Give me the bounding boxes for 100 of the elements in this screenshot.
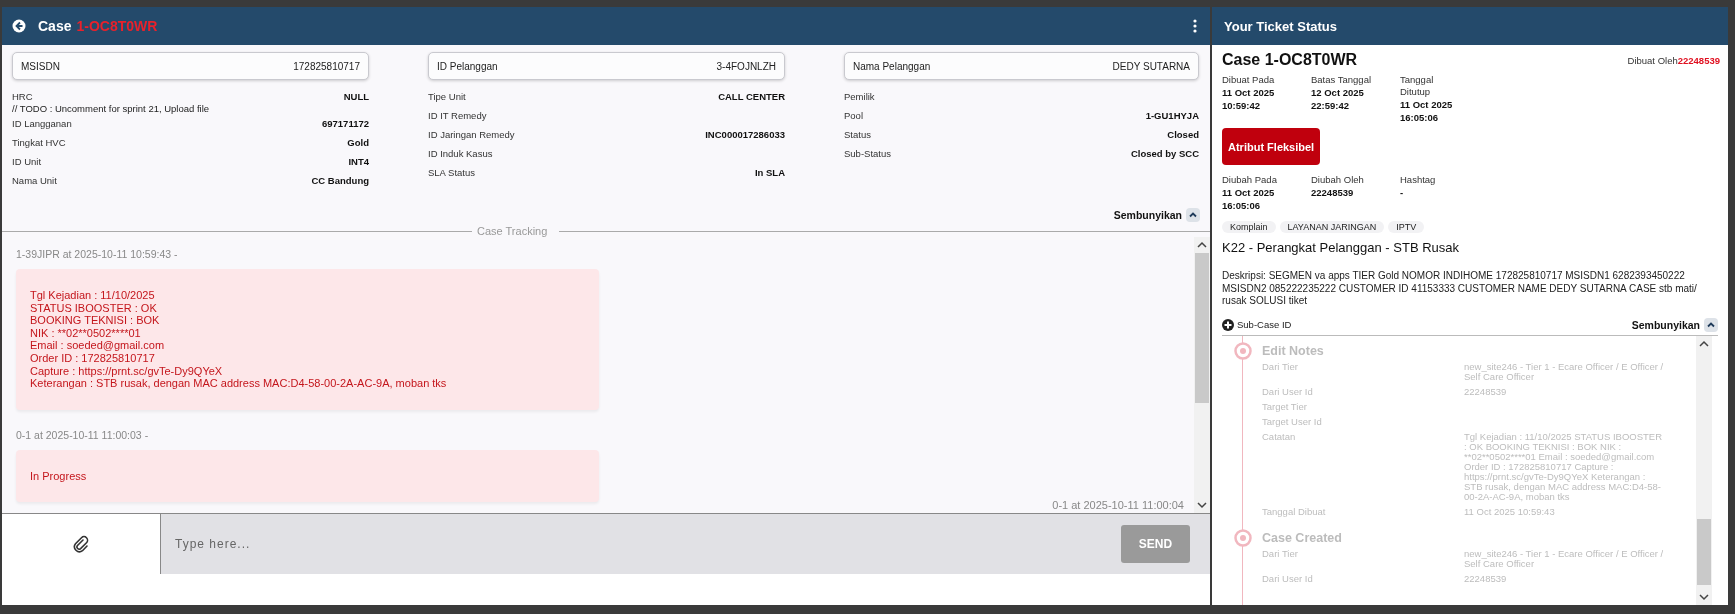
chevron-up-icon[interactable] bbox=[1186, 208, 1200, 222]
date-value: 22248539 bbox=[1311, 186, 1355, 199]
field-label: ID IT Remedy bbox=[428, 110, 487, 121]
card-label: ID Pelanggan bbox=[437, 60, 498, 72]
field-value: CALL CENTER bbox=[718, 91, 785, 102]
field-label: Status bbox=[844, 129, 871, 140]
field-label: Sub-Status bbox=[844, 148, 891, 159]
event-field-value: new_site246 - Tier 1 - Ecare Officer / E Officer / Self Care Officer bbox=[1464, 361, 1664, 382]
message-line: STATUS IBOOSTER : OK bbox=[30, 301, 158, 315]
field-label: Pool bbox=[844, 110, 863, 121]
field-label: Tipe Unit bbox=[428, 91, 466, 102]
card-value: 3-4FOJNLZH bbox=[716, 60, 776, 72]
date-label: Batas Tanggal bbox=[1311, 74, 1373, 86]
hide-toggle[interactable]: Sembunyikan bbox=[1631, 318, 1700, 331]
card-value: DEDY SUTARNA bbox=[1112, 60, 1190, 72]
event-field-label: Tanggal Dibuat bbox=[1262, 506, 1327, 517]
event-field-value: new_site246 - Tier 1 - Ecare Officer / E Officer / Self Care Officer bbox=[1464, 548, 1664, 569]
message-line: Capture : https://prnt.sc/gvTe-Dy9QYeX bbox=[30, 364, 224, 378]
message-line: Keterangan : STB rusak, dengan MAC address MAC:D4-58-00-2A-AC-9A, moban tks bbox=[30, 377, 448, 390]
field-value: In SLA bbox=[754, 167, 785, 178]
date-label: Tanggal Ditutup bbox=[1400, 74, 1435, 98]
event-field-label: Dari Tier bbox=[1262, 548, 1299, 561]
category-tag: Komplain bbox=[1222, 221, 1276, 233]
message-line: Email : soeded@gmail.com bbox=[30, 339, 166, 352]
event-field-label: Dari User Id bbox=[1262, 573, 1314, 584]
scroll-thumb[interactable] bbox=[1195, 253, 1209, 403]
section-title: Case Tracking bbox=[477, 225, 548, 237]
scroll-down-icon[interactable] bbox=[1196, 500, 1208, 510]
message-line: Tgl Kejadian : 11/10/2025 bbox=[30, 289, 156, 302]
message-line: NIK : **02**0502****01 bbox=[30, 326, 142, 340]
page-title: Case bbox=[38, 18, 72, 34]
event-field-label: Target User Id bbox=[1262, 416, 1323, 427]
field-label: ID Unit bbox=[12, 156, 42, 167]
more-menu-icon[interactable] bbox=[1193, 19, 1197, 33]
scroll-thumb[interactable] bbox=[1697, 519, 1711, 585]
message-timestamp: 0-1 at 2025-10-11 11:00:04 bbox=[1052, 499, 1184, 511]
case-id: 1-OC8T0WR bbox=[76, 18, 158, 34]
message-line: BOOKING TEKNISI : BOK bbox=[30, 314, 161, 327]
event-field-value: 22248539 bbox=[1464, 573, 1508, 584]
field-label: ID Jaringan Remedy bbox=[428, 129, 515, 140]
event-field-label: Target Tier bbox=[1262, 401, 1308, 412]
code-note: // TODO : Uncomment for sprint 21, Upload file bbox=[12, 103, 211, 115]
message-line: Order ID : 172825810717 bbox=[30, 351, 156, 365]
scroll-up-icon[interactable] bbox=[1196, 240, 1208, 250]
description-text: Deskripsi: SEGMEN va apps TIER Gold NOMOR INDIHOME 172825810717 MSISDN1 6282393450222 MSISDN2 085222235222 CUSTOMER ID 41153333 CUSTOMER NAME DEDY SUTARNA CASE stb mati/ rusak SOLUSI tiket bbox=[1222, 270, 1698, 308]
field-label: ID Induk Kasus bbox=[428, 148, 493, 159]
message-meta: 1-39JIPR at 2025-10-11 10:59:43 - bbox=[16, 247, 179, 262]
date-value: 11 Oct 2025 16:05:06 bbox=[1400, 98, 1454, 124]
field-value: CC Bandung bbox=[311, 175, 369, 186]
scrollbar[interactable] bbox=[1194, 237, 1210, 513]
subcase-label[interactable]: Sub-Case ID bbox=[1237, 319, 1292, 330]
card-value: 172825810717 bbox=[293, 60, 360, 72]
card-label: Nama Pelanggan bbox=[853, 60, 931, 72]
field-value: INC000017286033 bbox=[705, 129, 785, 140]
date-label: Dibuat Pada bbox=[1222, 74, 1276, 86]
category-tag: IPTV bbox=[1388, 221, 1425, 233]
field-label: ID Langganan bbox=[12, 118, 72, 129]
paperclip-icon[interactable] bbox=[72, 535, 90, 553]
chevron-up-icon[interactable] bbox=[1704, 317, 1718, 332]
case-title: Case 1-OC8T0WR bbox=[1222, 51, 1358, 69]
date-label: Diubah Pada bbox=[1222, 174, 1278, 186]
field-label: Tingkat HVC bbox=[12, 137, 66, 148]
plus-icon[interactable] bbox=[1222, 318, 1234, 331]
field-value: Gold bbox=[347, 137, 369, 148]
flex-attribute-button[interactable]: Atribut Fleksibel bbox=[1222, 128, 1321, 165]
field-value: 1-GU1HYJA bbox=[1145, 110, 1199, 121]
scroll-up-icon[interactable] bbox=[1698, 338, 1710, 349]
hide-toggle[interactable]: Sembunyikan bbox=[1113, 209, 1182, 221]
category-tag: LAYANAN JARINGAN bbox=[1279, 221, 1385, 233]
date-value: - bbox=[1400, 186, 1405, 199]
date-label: Hashtag bbox=[1400, 174, 1437, 186]
field-label: Pemilik bbox=[844, 91, 875, 102]
field-value: Closed by SCC bbox=[1130, 148, 1199, 159]
message-meta: 0-1 at 2025-10-11 11:00:03 - bbox=[16, 427, 150, 443]
card-label: MSISDN bbox=[21, 60, 60, 72]
created-by: Dibuat Oleh22248539 bbox=[1627, 54, 1720, 66]
date-label: Diubah Oleh bbox=[1311, 174, 1365, 186]
field-value: Closed bbox=[1167, 129, 1199, 140]
field-value: 697171172 bbox=[321, 118, 369, 129]
field-label: SLA Status bbox=[428, 167, 475, 178]
field-value: INT4 bbox=[348, 156, 369, 167]
event-title: Case Created bbox=[1262, 530, 1342, 545]
event-field-value: 22248539 bbox=[1464, 386, 1508, 397]
event-field-label: Dari User Id bbox=[1262, 386, 1314, 397]
event-field-label: Catatan bbox=[1262, 431, 1297, 444]
scroll-down-icon[interactable] bbox=[1698, 592, 1710, 602]
field-value: NULL bbox=[343, 91, 369, 102]
event-field-label: Dari Tier bbox=[1262, 361, 1299, 374]
scrollbar[interactable] bbox=[1696, 335, 1712, 605]
field-label: HRC bbox=[12, 91, 33, 102]
message-line: In Progress bbox=[30, 469, 88, 483]
back-icon[interactable] bbox=[12, 19, 26, 33]
event-field-value: 11 Oct 2025 10:59:43 bbox=[1464, 506, 1556, 517]
category-title: K22 - Perangkat Pelanggan - STB Rusak bbox=[1222, 240, 1461, 257]
date-value: 11 Oct 2025 10:59:42 bbox=[1222, 86, 1276, 112]
panel-title: Your Ticket Status bbox=[1224, 18, 1337, 34]
date-value: 12 Oct 2025 22:59:42 bbox=[1311, 86, 1365, 112]
date-value: 11 Oct 2025 16:05:06 bbox=[1222, 186, 1276, 212]
field-label: Nama Unit bbox=[12, 175, 57, 186]
event-title: Edit Notes bbox=[1262, 343, 1324, 358]
